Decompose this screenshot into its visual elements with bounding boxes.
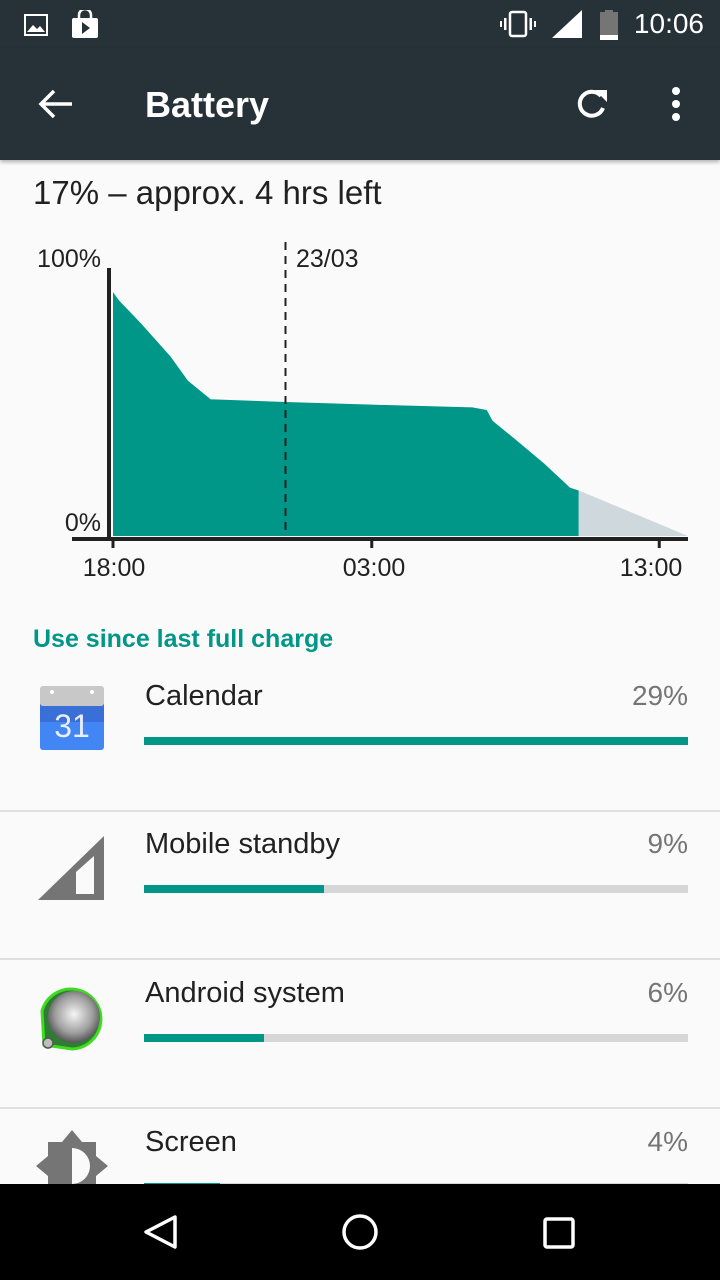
- cell-signal-icon: [38, 836, 104, 900]
- more-vert-icon[interactable]: [668, 86, 684, 122]
- usage-item-calendar[interactable]: 31 Calendar 29%: [0, 662, 720, 812]
- usage-item-percent: 29%: [631, 680, 688, 711]
- usage-item-percent: 4%: [647, 1126, 688, 1157]
- usage-item-mobile-standby[interactable]: Mobile standby 9%: [0, 810, 720, 960]
- clock: 10:06: [633, 8, 704, 39]
- svg-text:31: 31: [54, 708, 90, 744]
- usage-progress-fill: [144, 1034, 264, 1042]
- battery-level-area: [113, 292, 579, 536]
- battery-icon: [600, 10, 618, 40]
- image-icon: [24, 14, 48, 36]
- y-tick-label: 0%: [65, 509, 101, 537]
- back-icon[interactable]: [142, 1214, 178, 1250]
- usage-progress-fill: [144, 885, 324, 893]
- navigation-bar: [0, 1184, 720, 1280]
- android-system-icon: [40, 987, 103, 1051]
- usage-item-label: Mobile standby: [145, 828, 341, 860]
- back-arrow-icon[interactable]: [38, 88, 74, 120]
- usage-item-percent: 9%: [647, 828, 688, 859]
- usage-progress-fill: [144, 737, 688, 745]
- page-title: Battery: [145, 84, 270, 125]
- date-marker-label: 23/03: [296, 245, 359, 273]
- y-tick-label: 100%: [37, 245, 101, 273]
- battery-history-chart: 100% 0% 23/03 18:00 03:00 13:00: [37, 242, 688, 582]
- x-tick-label: 18:00: [83, 554, 146, 582]
- usage-progress-bar: [144, 737, 688, 745]
- app-bar: Battery: [0, 48, 720, 160]
- usage-progress-bar: [144, 885, 688, 893]
- usage-item-label: Calendar: [145, 680, 263, 712]
- usage-progress-bar: [144, 1034, 688, 1042]
- usage-item-label: Android system: [145, 977, 345, 1009]
- battery-summary: 17% – approx. 4 hrs left: [33, 174, 382, 211]
- refresh-icon[interactable]: [574, 86, 610, 122]
- vibrate-icon: [500, 10, 536, 38]
- x-tick-label: 13:00: [620, 554, 683, 582]
- x-tick-label: 03:00: [343, 554, 406, 582]
- usage-item-android-system[interactable]: Android system 6%: [0, 959, 720, 1109]
- usage-item-label: Screen: [145, 1126, 237, 1158]
- section-header: Use since last full charge: [33, 625, 334, 653]
- usage-item-percent: 6%: [647, 977, 688, 1008]
- recents-icon[interactable]: [542, 1216, 578, 1252]
- prediction-area: [578, 490, 688, 536]
- calendar-icon: 31: [40, 686, 104, 750]
- home-icon[interactable]: [340, 1214, 380, 1254]
- signal-icon: [552, 10, 582, 38]
- status-bar: 10:06: [0, 0, 720, 48]
- play-store-icon: [72, 10, 98, 38]
